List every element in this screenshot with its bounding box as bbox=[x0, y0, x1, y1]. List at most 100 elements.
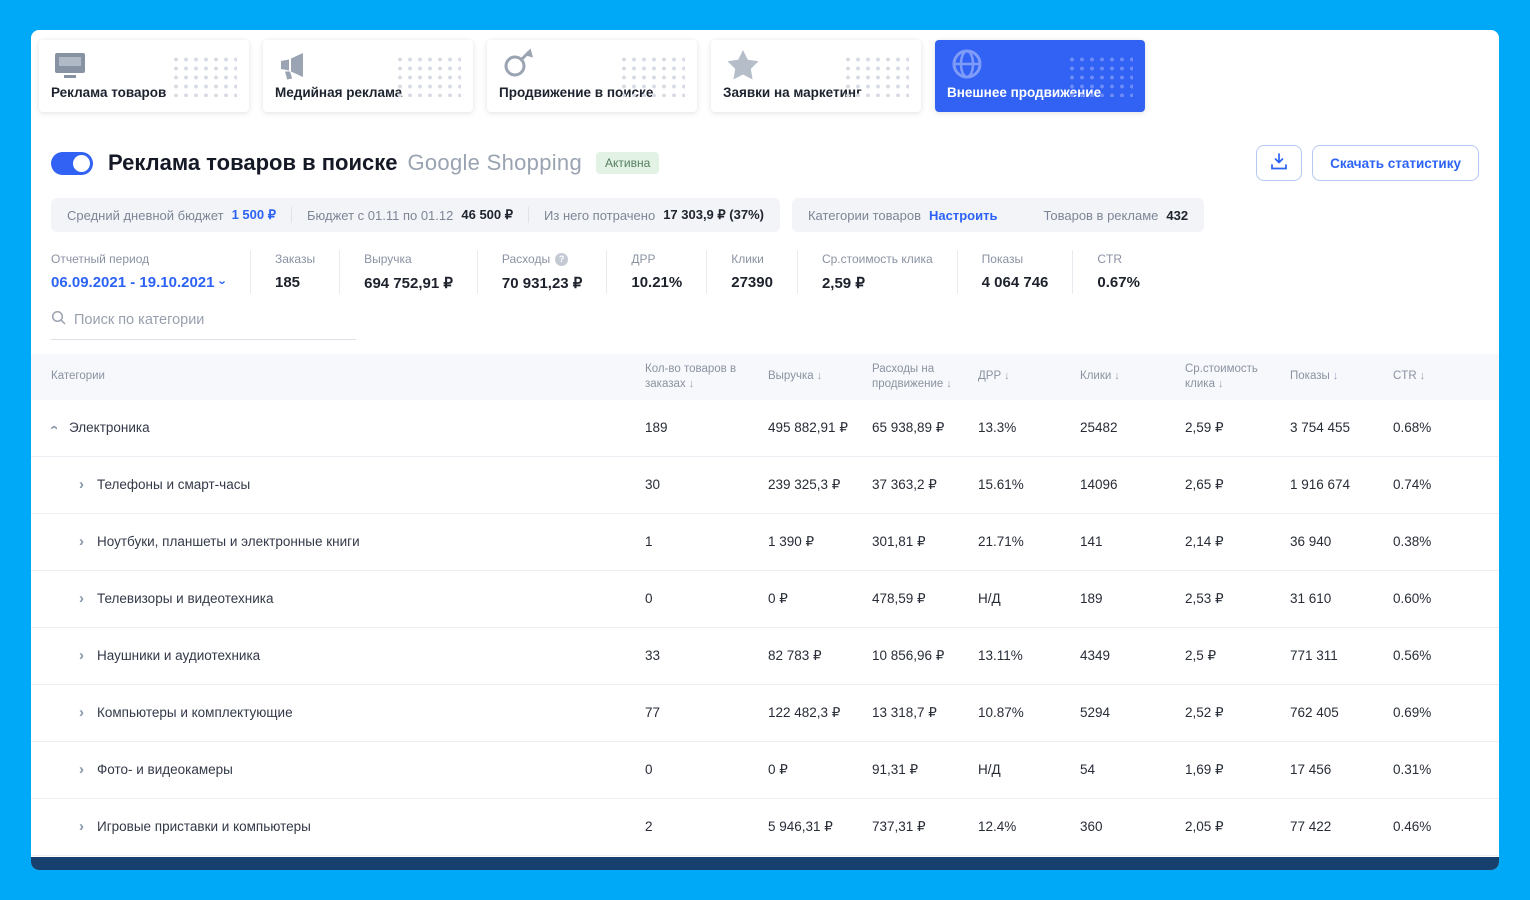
sort-desc-icon[interactable]: ↓ bbox=[1004, 370, 1010, 382]
sort-desc-icon[interactable]: ↓ bbox=[1114, 370, 1120, 382]
sort-desc-icon[interactable]: ↓ bbox=[689, 378, 695, 390]
category-name: Телефоны и смарт-часы bbox=[97, 477, 251, 493]
tab-product-ads[interactable]: Реклама товаров bbox=[39, 40, 249, 112]
row-chevron-icon[interactable]: › bbox=[51, 425, 62, 430]
budget-bar: Средний дневной бюджет 1 500 ₽ Бюджет с … bbox=[31, 198, 1499, 232]
row-value: Н/Д bbox=[978, 591, 1001, 607]
row-value: 1 916 674 bbox=[1290, 477, 1351, 493]
column-header-products-in-orders[interactable]: Кол-во товаров в заказах ↓ bbox=[645, 362, 768, 392]
products-in-ads: Товаров в рекламе 432 bbox=[1028, 208, 1188, 223]
tab-search-promotion[interactable]: Продвижение в поиске bbox=[487, 40, 697, 112]
period-budget-value: 46 500 ₽ bbox=[461, 207, 514, 222]
row-value: 15.61% bbox=[978, 477, 1024, 493]
sort-desc-icon[interactable]: ↓ bbox=[946, 378, 952, 390]
stat-report-period[interactable]: Отчетный период 06.09.2021 - 19.10.2021 › bbox=[51, 250, 251, 294]
row-chevron-icon[interactable]: › bbox=[79, 477, 84, 492]
tab-marketing-requests[interactable]: Заявки на маркетинг bbox=[711, 40, 921, 112]
row-value: 65 938,89 ₽ bbox=[872, 419, 945, 435]
row-value: 77 bbox=[645, 705, 661, 721]
row-value: 17 456 bbox=[1290, 762, 1332, 778]
column-header-drr[interactable]: ДРР ↓ bbox=[978, 369, 1080, 384]
daily-budget-value[interactable]: 1 500 ₽ bbox=[232, 207, 276, 223]
stat-expenses: Расходы? 70 931,23 ₽ bbox=[478, 250, 608, 294]
column-label: CTR bbox=[1393, 370, 1417, 383]
row-value: Н/Д bbox=[978, 762, 1001, 778]
row-value: 2,59 ₽ bbox=[1185, 419, 1224, 435]
row-value: 31 610 bbox=[1290, 591, 1332, 607]
tab-media-ads[interactable]: Медийная реклама bbox=[263, 40, 473, 112]
budget-label: Бюджет с 01.11 по 01.12 bbox=[307, 207, 454, 223]
sort-desc-icon[interactable]: ↓ bbox=[817, 370, 823, 382]
row-value: 0.69% bbox=[1393, 705, 1432, 721]
bottom-bar bbox=[31, 857, 1499, 870]
row-value: 5 946,31 ₽ bbox=[768, 818, 833, 834]
row-chevron-icon[interactable]: › bbox=[79, 819, 84, 834]
category-name: Электроника bbox=[69, 420, 150, 436]
row-value: 301,81 ₽ bbox=[872, 533, 926, 549]
download-button[interactable] bbox=[1256, 145, 1303, 181]
column-header-clicks[interactable]: Клики ↓ bbox=[1080, 369, 1185, 384]
column-header-ctr[interactable]: CTR ↓ bbox=[1393, 369, 1479, 384]
row-value: 189 bbox=[1080, 591, 1103, 607]
tab-external-promotion[interactable]: Внешнее продвижение bbox=[935, 40, 1145, 112]
row-chevron-icon[interactable]: › bbox=[79, 648, 84, 663]
row-chevron-icon[interactable]: › bbox=[79, 762, 84, 777]
row-value: 36 940 bbox=[1290, 534, 1332, 550]
column-header-revenue[interactable]: Выручка ↓ bbox=[768, 369, 872, 384]
row-value: 478,59 ₽ bbox=[872, 590, 926, 606]
download-stats-button[interactable]: Скачать статистику bbox=[1312, 145, 1479, 181]
stat-drr: ДРР 10.21% bbox=[607, 250, 708, 294]
stat-value: 10.21% bbox=[631, 274, 683, 291]
configure-link[interactable]: Настроить bbox=[929, 208, 997, 223]
row-value: 91,31 ₽ bbox=[872, 761, 919, 777]
table-row[interactable]: › Наушники и аудиотехника 33 82 783 ₽ 10… bbox=[31, 627, 1499, 685]
table-row[interactable]: › Электроника 189 495 882,91 ₽ 65 938,89… bbox=[31, 399, 1499, 457]
table-row[interactable]: › Телефоны и смарт-часы 30 239 325,3 ₽ 3… bbox=[31, 456, 1499, 514]
stat-avg-click-cost: Ср.стоимость клика 2,59 ₽ bbox=[798, 250, 958, 294]
search-input[interactable] bbox=[74, 312, 356, 328]
row-value: 2,5 ₽ bbox=[1185, 647, 1217, 663]
row-value: 13.3% bbox=[978, 420, 1017, 436]
help-icon[interactable]: ? bbox=[555, 252, 569, 266]
stat-value: 70 931,23 ₽ bbox=[501, 275, 583, 292]
stat-label: Выручка bbox=[364, 252, 412, 266]
row-value: 2,52 ₽ bbox=[1185, 704, 1224, 720]
row-chevron-icon[interactable]: › bbox=[79, 534, 84, 549]
period-budget: Бюджет с 01.11 по 01.12 46 500 ₽ bbox=[292, 207, 530, 223]
column-header-categories[interactable]: Категории bbox=[51, 369, 645, 384]
stat-label: Ср.стоимость клика bbox=[821, 252, 933, 266]
category-name: Игровые приставки и компьютеры bbox=[97, 819, 311, 835]
stat-revenue: Выручка 694 752,91 ₽ bbox=[340, 250, 478, 294]
column-header-avg-click-cost[interactable]: Ср.стоимость клика ↓ bbox=[1185, 362, 1290, 392]
page-header: Реклама товаров в поиске Google Shopping… bbox=[31, 144, 1499, 182]
category-cell: › Фото- и видеокамеры bbox=[51, 762, 645, 777]
stat-value: 27390 bbox=[731, 274, 773, 291]
row-value: 122 482,3 ₽ bbox=[768, 704, 841, 720]
page-subtitle: Google Shopping bbox=[407, 150, 582, 175]
category-name: Телевизоры и видеотехника bbox=[97, 591, 274, 607]
row-value: 0.38% bbox=[1393, 534, 1432, 550]
column-header-impressions[interactable]: Показы ↓ bbox=[1290, 369, 1393, 384]
column-label: Показы bbox=[1290, 370, 1330, 383]
campaign-toggle[interactable] bbox=[51, 151, 93, 175]
status-badge: Активна bbox=[596, 152, 660, 174]
sort-desc-icon[interactable]: ↓ bbox=[1333, 370, 1339, 382]
category-cell: › Ноутбуки, планшеты и электронные книги bbox=[51, 534, 645, 549]
row-chevron-icon[interactable]: › bbox=[79, 705, 84, 720]
table-row[interactable]: › Компьютеры и комплектующие 77 122 482,… bbox=[31, 684, 1499, 742]
table-row[interactable]: › Игровые приставки и компьютеры 2 5 946… bbox=[31, 798, 1499, 856]
row-value: 3 754 455 bbox=[1290, 420, 1351, 436]
row-value: 14096 bbox=[1080, 477, 1118, 493]
table-row[interactable]: › Ноутбуки, планшеты и электронные книги… bbox=[31, 513, 1499, 571]
sort-desc-icon[interactable]: ↓ bbox=[1218, 378, 1224, 390]
column-header-promo-expenses[interactable]: Расходы на продвижение ↓ bbox=[872, 362, 978, 392]
sort-desc-icon[interactable]: ↓ bbox=[1420, 370, 1426, 382]
row-value: 1 bbox=[645, 534, 653, 550]
stat-label: Показы bbox=[981, 252, 1024, 266]
table-row[interactable]: › Фото- и видеокамеры 0 0 ₽ 91,31 ₽ Н/Д … bbox=[31, 741, 1499, 799]
row-value: 239 325,3 ₽ bbox=[768, 476, 841, 492]
table-row[interactable]: › Телевизоры и видеотехника 0 0 ₽ 478,59… bbox=[31, 570, 1499, 628]
row-chevron-icon[interactable]: › bbox=[79, 591, 84, 606]
budget-label: Категории товаров bbox=[807, 207, 921, 223]
row-value: 141 bbox=[1080, 534, 1103, 550]
